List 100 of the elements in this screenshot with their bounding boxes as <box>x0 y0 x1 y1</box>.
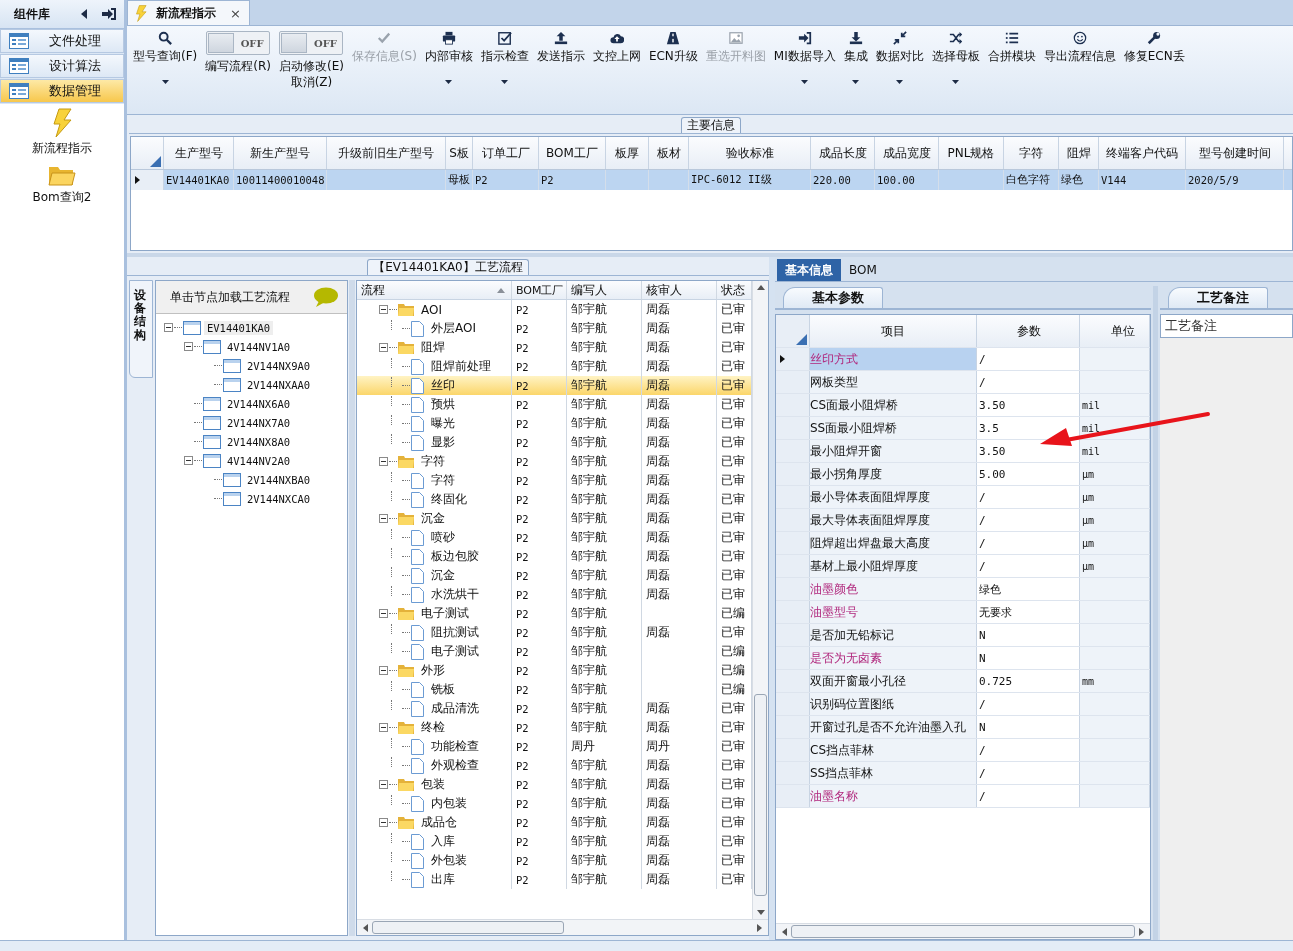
process-name[interactable]: 电子测试 <box>418 605 472 622</box>
tab[interactable]: BOM <box>841 259 885 281</box>
process-name[interactable]: 入库 <box>428 833 458 850</box>
process-name[interactable]: 显影 <box>428 434 458 451</box>
toolbar-button[interactable]: 文控上网 <box>588 30 645 64</box>
tree-node[interactable]: EV14401KA0 <box>203 320 274 335</box>
column-header[interactable]: 阻焊 <box>1059 137 1099 169</box>
process-name[interactable]: 功能检查 <box>428 738 482 755</box>
process-name[interactable]: AOI <box>418 302 445 317</box>
process-name[interactable]: 外形 <box>418 662 448 679</box>
table-cell[interactable]: 3.50 <box>977 440 1080 462</box>
column-header[interactable]: 升级前旧生产型号 <box>327 137 446 169</box>
process-name[interactable]: 外观检查 <box>428 757 482 774</box>
process-name[interactable]: 内包装 <box>428 795 470 812</box>
sidebar-shortcut[interactable]: Bom查询2 <box>32 163 92 206</box>
column-header[interactable]: 板厚 <box>606 137 649 169</box>
toolbar-button[interactable]: 内部审核 <box>420 30 477 84</box>
table-cell[interactable]: / <box>977 555 1080 577</box>
table-cell[interactable]: 0.725 <box>977 670 1080 692</box>
tree-node[interactable]: 4V144NV1A0 <box>223 339 294 354</box>
tree-node[interactable]: 2V144NX8A0 <box>223 434 294 449</box>
process-name[interactable]: 阻焊前处理 <box>428 358 494 375</box>
process-name[interactable]: 包装 <box>418 776 448 793</box>
table-cell[interactable]: 无要求 <box>977 601 1080 623</box>
process-name[interactable]: 电子测试 <box>428 643 482 660</box>
toolbar-button[interactable]: MI数据导入 <box>769 30 840 84</box>
toolbar-label[interactable]: 编写流程(R) <box>205 58 271 74</box>
column-header[interactable]: 成品宽度 <box>875 137 939 169</box>
table-cell[interactable]: / <box>977 762 1080 784</box>
process-name[interactable]: 外层AOI <box>428 320 479 337</box>
tab[interactable]: 基本信息 <box>777 259 841 281</box>
process-name[interactable]: 成品仓 <box>418 814 460 831</box>
process-name[interactable]: 板边包胶 <box>428 548 482 565</box>
column-header[interactable]: 核审人 <box>642 281 717 299</box>
table-cell[interactable]: N <box>977 647 1080 669</box>
tree-node[interactable]: 2V144NXBA0 <box>243 472 314 487</box>
column-header[interactable]: 项目 <box>810 315 977 347</box>
document-tab[interactable]: 新流程指示 × <box>127 0 250 25</box>
toolbar-button[interactable]: 指示检查 <box>476 30 533 84</box>
table-cell[interactable]: N <box>977 624 1080 646</box>
sidebar-shortcut[interactable]: 新流程指示 <box>32 108 92 157</box>
toolbar-button[interactable]: 导出流程信息 <box>1039 30 1120 64</box>
tree-node[interactable]: 2V144NXAA0 <box>243 377 314 392</box>
process-name[interactable]: 喷砂 <box>428 529 458 546</box>
side-tab[interactable]: 设备结构 <box>129 280 153 378</box>
toolbar-button[interactable]: ECN升级 <box>644 30 702 64</box>
process-name[interactable]: 出库 <box>428 871 458 888</box>
toolbar-button[interactable]: 发送指示 <box>532 30 589 64</box>
column-header[interactable]: 终端客户代码 <box>1099 137 1186 169</box>
toggle-switch[interactable]: OFF <box>279 31 344 55</box>
column-header[interactable]: 新生产型号 <box>234 137 327 169</box>
tree-node[interactable]: 4V144NV2A0 <box>223 453 294 468</box>
toggle-switch[interactable]: OFF <box>206 31 271 55</box>
column-header[interactable]: BOM工厂 <box>539 137 606 169</box>
process-name[interactable]: 铣板 <box>428 681 458 698</box>
process-name[interactable]: 终检 <box>418 719 448 736</box>
process-name[interactable]: 水洗烘干 <box>428 586 482 603</box>
process-name[interactable]: 沉金 <box>428 567 458 584</box>
toolbar-button[interactable]: 集成 <box>839 30 872 84</box>
process-name[interactable]: 阻抗测试 <box>428 624 482 641</box>
sidebar-item[interactable]: 设计算法 <box>0 54 124 78</box>
sidebar-item[interactable]: 文件处理 <box>0 29 124 53</box>
table-cell[interactable]: 3.5 <box>977 417 1080 439</box>
table-cell[interactable]: / <box>977 371 1080 393</box>
table-cell[interactable]: / <box>977 486 1080 508</box>
tab[interactable]: 基本参数 <box>783 287 883 308</box>
toolbar-button[interactable]: 选择母板 <box>927 30 984 84</box>
sidebar-item[interactable]: 数据管理 <box>0 79 124 103</box>
column-header[interactable]: BOM工厂 <box>512 281 567 299</box>
process-name[interactable]: 沉金 <box>418 510 448 527</box>
tree-node[interactable]: 2V144NX9A0 <box>243 358 314 373</box>
process-name[interactable]: 预烘 <box>428 396 458 413</box>
tree-node[interactable]: 2V144NXCA0 <box>243 491 314 506</box>
process-name[interactable]: 阻焊 <box>418 339 448 356</box>
column-header[interactable]: 型号创建时间 <box>1186 137 1284 169</box>
tab[interactable]: 工艺备注 <box>1168 287 1268 308</box>
table-cell[interactable]: 5.00 <box>977 463 1080 485</box>
table-cell[interactable]: / <box>977 739 1080 761</box>
table-cell[interactable]: / <box>977 532 1080 554</box>
column-header[interactable]: 板材 <box>649 137 689 169</box>
column-header[interactable]: 参数 <box>977 315 1080 347</box>
toolbar-label[interactable]: 取消(Z) <box>290 74 333 90</box>
table-cell[interactable]: / <box>977 348 1080 370</box>
table-cell[interactable]: / <box>977 509 1080 531</box>
column-header[interactable]: 流程 <box>357 281 512 299</box>
process-name[interactable]: 丝印 <box>428 377 458 394</box>
process-name[interactable]: 终固化 <box>428 491 470 508</box>
column-header[interactable]: S板 <box>446 137 473 169</box>
toolbar-label[interactable]: 启动修改(E) <box>278 58 344 74</box>
column-header[interactable]: 字符 <box>1004 137 1059 169</box>
table-cell[interactable]: 3.50 <box>977 394 1080 416</box>
process-name[interactable]: 字符 <box>428 472 458 489</box>
column-header[interactable]: 生产型号 <box>164 137 234 169</box>
table-cell[interactable]: N <box>977 716 1080 738</box>
tree-node[interactable]: 2V144NX6A0 <box>223 396 294 411</box>
process-name[interactable]: 字符 <box>418 453 448 470</box>
toolbar-button[interactable]: 修复ECN丢 <box>1119 30 1189 64</box>
toolbar-button[interactable]: 数据对比 <box>871 30 928 84</box>
toolbar-button[interactable]: 合拼模块 <box>983 30 1040 64</box>
process-name[interactable]: 外包装 <box>428 852 470 869</box>
